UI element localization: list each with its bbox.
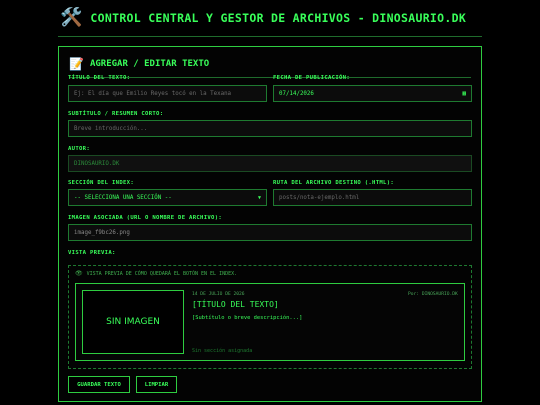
page-title: CONTROL CENTRAL Y GESTOR DE ARCHIVOS - D… [90,11,467,25]
section-title: AGREGAR / EDITAR TEXTO [89,59,210,69]
title-label: TÍTULO DEL TEXTO: [68,75,131,81]
image-input[interactable]: image_f9bc26.png [68,224,472,241]
section-label: SECCIÓN DEL INDEX: [68,180,135,186]
section-select-value: -- SELECCIONA UNA SECCIÓN -- [74,194,172,201]
preview-date: 14 DE JULIO DE 2026 [192,292,245,297]
subtitle-label: SUBTÍTULO / RESUMEN CORTO: [68,111,164,117]
author-field: DINOSAURIO.DK [68,155,472,172]
memo-icon: 📝 [69,57,84,71]
path-input[interactable]: posts/nota-ejemplo.html [273,189,472,206]
calendar-icon[interactable]: ▦ [462,90,466,97]
section-header: 📝 AGREGAR / EDITAR TEXTO [69,57,471,71]
date-label: FECHA DE PUBLICACIÓN: [273,75,351,81]
no-image-text: SIN IMAGEN [106,317,160,327]
date-input[interactable]: 07/14/2026 ▦ [273,85,472,102]
author-label: AUTOR: [68,146,91,152]
clear-button[interactable]: LIMPIAR [136,376,177,393]
preview-note-text: VISTA PREVIA DE CÓMO QUEDARÁ EL BOTÓN EN… [86,270,238,277]
subtitle-input[interactable]: Breve introducción... [68,120,472,137]
save-button[interactable]: GUARDAR TEXTO [68,376,130,393]
preview-title: [TÍTULO DEL TEXTO] [192,300,279,309]
tools-icon: 🛠️ [60,7,83,28]
preview-section: Sin sección asignada [192,348,253,354]
chevron-down-icon: ▼ [257,194,261,201]
image-label: IMAGEN ASOCIADA (URL O NOMBRE DE ARCHIVO… [68,215,223,221]
preview-image-placeholder: SIN IMAGEN [82,290,184,354]
title-placeholder: Ej: El día que Emilio Reyes tocó en la T… [74,90,232,97]
section-select[interactable]: -- SELECCIONA UNA SECCIÓN -- ▼ [68,189,267,206]
preview-label: VISTA PREVIA: [68,250,116,256]
date-value: 07/14/2026 [279,90,314,97]
author-value: DINOSAURIO.DK [74,160,120,167]
preview-note: 👁 VISTA PREVIA DE CÓMO QUEDARÁ EL BOTÓN … [75,270,237,277]
preview-subtitle: [Subtítulo o breve descripción...] [192,315,303,321]
app-header: 🛠️ CONTROL CENTRAL Y GESTOR DE ARCHIVOS … [60,8,466,28]
eye-icon: 👁 [75,270,83,277]
image-value: image_f9bc26.png [74,229,130,236]
path-placeholder: posts/nota-ejemplo.html [279,194,360,201]
title-input[interactable]: Ej: El día que Emilio Reyes tocó en la T… [68,85,267,102]
preview-author: Por: DINOSAURIO.DK [408,292,458,297]
subtitle-placeholder: Breve introducción... [74,125,148,132]
header-divider [58,36,482,37]
path-label: RUTA DEL ARCHIVO DESTINO (.HTML): [273,180,395,186]
